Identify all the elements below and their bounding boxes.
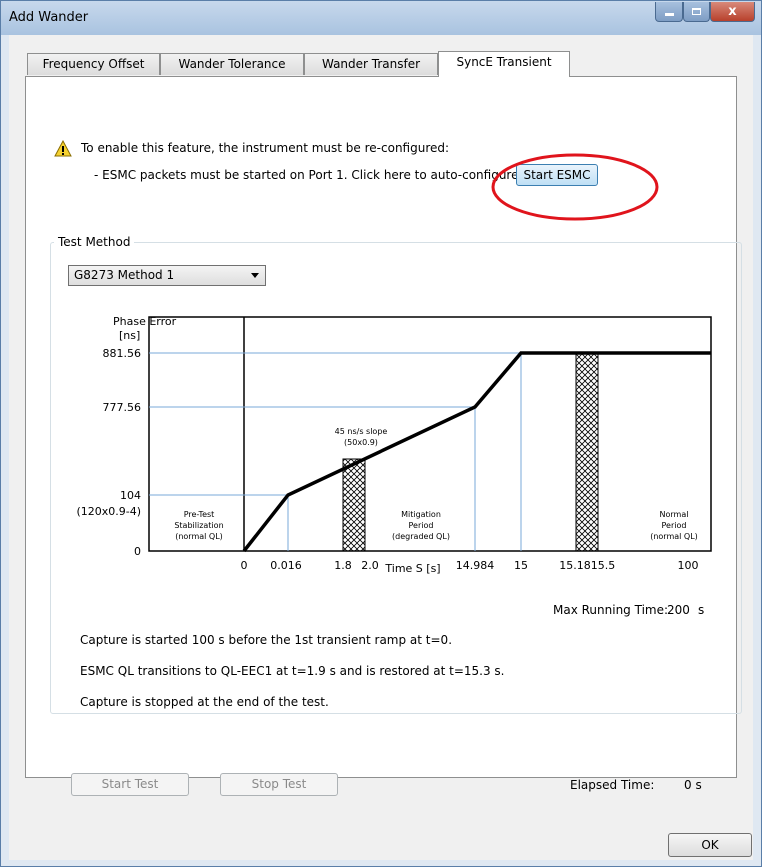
- ok-button[interactable]: OK: [668, 833, 752, 857]
- y-tick-881: 881.56: [103, 347, 142, 360]
- max-running-time-unit: s: [698, 603, 705, 617]
- add-wander-window: Add Wander x Frequency Offset Wander Tol…: [0, 0, 762, 867]
- elapsed-time-value: 0 s: [684, 778, 702, 792]
- maximize-icon: [692, 8, 701, 15]
- ql-transition-hatch-1: [342, 458, 366, 552]
- x-tick-100: 100: [678, 559, 699, 572]
- region-pretest-1: Pre-Test: [184, 510, 215, 519]
- region-pretest-2: Stabilization: [174, 521, 223, 530]
- y-axis-label: Phase Error: [113, 315, 177, 328]
- test-method-label: Test Method: [54, 235, 135, 249]
- title-bar[interactable]: Add Wander x: [1, 1, 761, 35]
- maximize-button[interactable]: [683, 2, 710, 22]
- info-line-capture-start: Capture is started 100 s before the 1st …: [80, 633, 453, 647]
- tab-frequency-offset[interactable]: Frequency Offset: [27, 53, 160, 75]
- elapsed-time-label: Elapsed Time:: [570, 778, 655, 792]
- max-running-time-value: 200: [667, 603, 690, 617]
- ql-transition-hatch-2: [575, 352, 599, 552]
- esmc-instruction: - ESMC packets must be started on Port 1…: [94, 168, 519, 182]
- test-method-dropdown[interactable]: G8273 Method 1: [68, 265, 266, 286]
- x-tick-0016: 0.016: [270, 559, 302, 572]
- y-axis-unit: [ns]: [119, 329, 140, 342]
- max-running-time-label: Max Running Time:: [553, 603, 669, 617]
- minimize-icon: [664, 13, 674, 16]
- synce-transient-diagram: Phase Error [ns] 881.56 777.56 104 (120x…: [76, 315, 712, 575]
- x-tick-155: 15.5: [591, 559, 616, 572]
- synce-transient-panel: To enable this feature, the instrument m…: [25, 76, 742, 778]
- x-tick-15: 15: [514, 559, 528, 572]
- region-mitigation-2: Period: [409, 521, 434, 530]
- x-axis-label: Time S [s]: [384, 562, 440, 575]
- info-line-ql-transition: ESMC QL transitions to QL-EEC1 at t=1.9 …: [80, 664, 505, 678]
- y-tick-104: 104: [120, 489, 141, 502]
- tab-synce-transient[interactable]: SyncE Transient: [438, 51, 570, 77]
- y-tick-777: 777.56: [103, 401, 142, 414]
- tab-wander-tolerance[interactable]: Wander Tolerance: [160, 53, 304, 75]
- window-title: Add Wander: [9, 10, 89, 25]
- y-tick-0: 0: [134, 545, 141, 558]
- x-tick-0: 0: [241, 559, 248, 572]
- y-tick-104-formula: (120x0.9-4): [76, 505, 141, 518]
- start-test-button[interactable]: Start Test: [71, 773, 189, 796]
- highlight-ellipse: [491, 153, 659, 221]
- tab-wander-transfer[interactable]: Wander Transfer: [304, 53, 438, 75]
- region-mitigation-3: (degraded QL): [392, 532, 450, 541]
- region-mitigation-1: Mitigation: [401, 510, 441, 519]
- warning-icon: [54, 140, 72, 157]
- warning-message: To enable this feature, the instrument m…: [81, 141, 450, 155]
- phase-error-profile: [242, 351, 711, 553]
- close-icon: x: [728, 4, 737, 19]
- chevron-down-icon: [251, 273, 259, 278]
- x-tick-1518: 15.18: [559, 559, 591, 572]
- close-button[interactable]: x: [710, 2, 755, 22]
- x-tick-20: 2.0: [361, 559, 379, 572]
- x-tick-14984: 14.984: [456, 559, 495, 572]
- test-method-selected: G8273 Method 1: [74, 268, 175, 282]
- slope-formula: (50x0.9): [344, 438, 378, 447]
- region-pretest-3: (normal QL): [175, 532, 223, 541]
- dialog-client-area: Frequency Offset Wander Tolerance Wander…: [9, 35, 753, 860]
- region-normal-1: Normal: [660, 510, 689, 519]
- region-normal-2: Period: [662, 521, 687, 530]
- info-line-capture-stop: Capture is stopped at the end of the tes…: [80, 695, 329, 709]
- x-tick-18: 1.8: [334, 559, 352, 572]
- stop-test-button[interactable]: Stop Test: [220, 773, 338, 796]
- region-normal-3: (normal QL): [650, 532, 698, 541]
- minimize-button[interactable]: [655, 2, 683, 22]
- slope-label: 45 ns/s slope: [335, 427, 388, 436]
